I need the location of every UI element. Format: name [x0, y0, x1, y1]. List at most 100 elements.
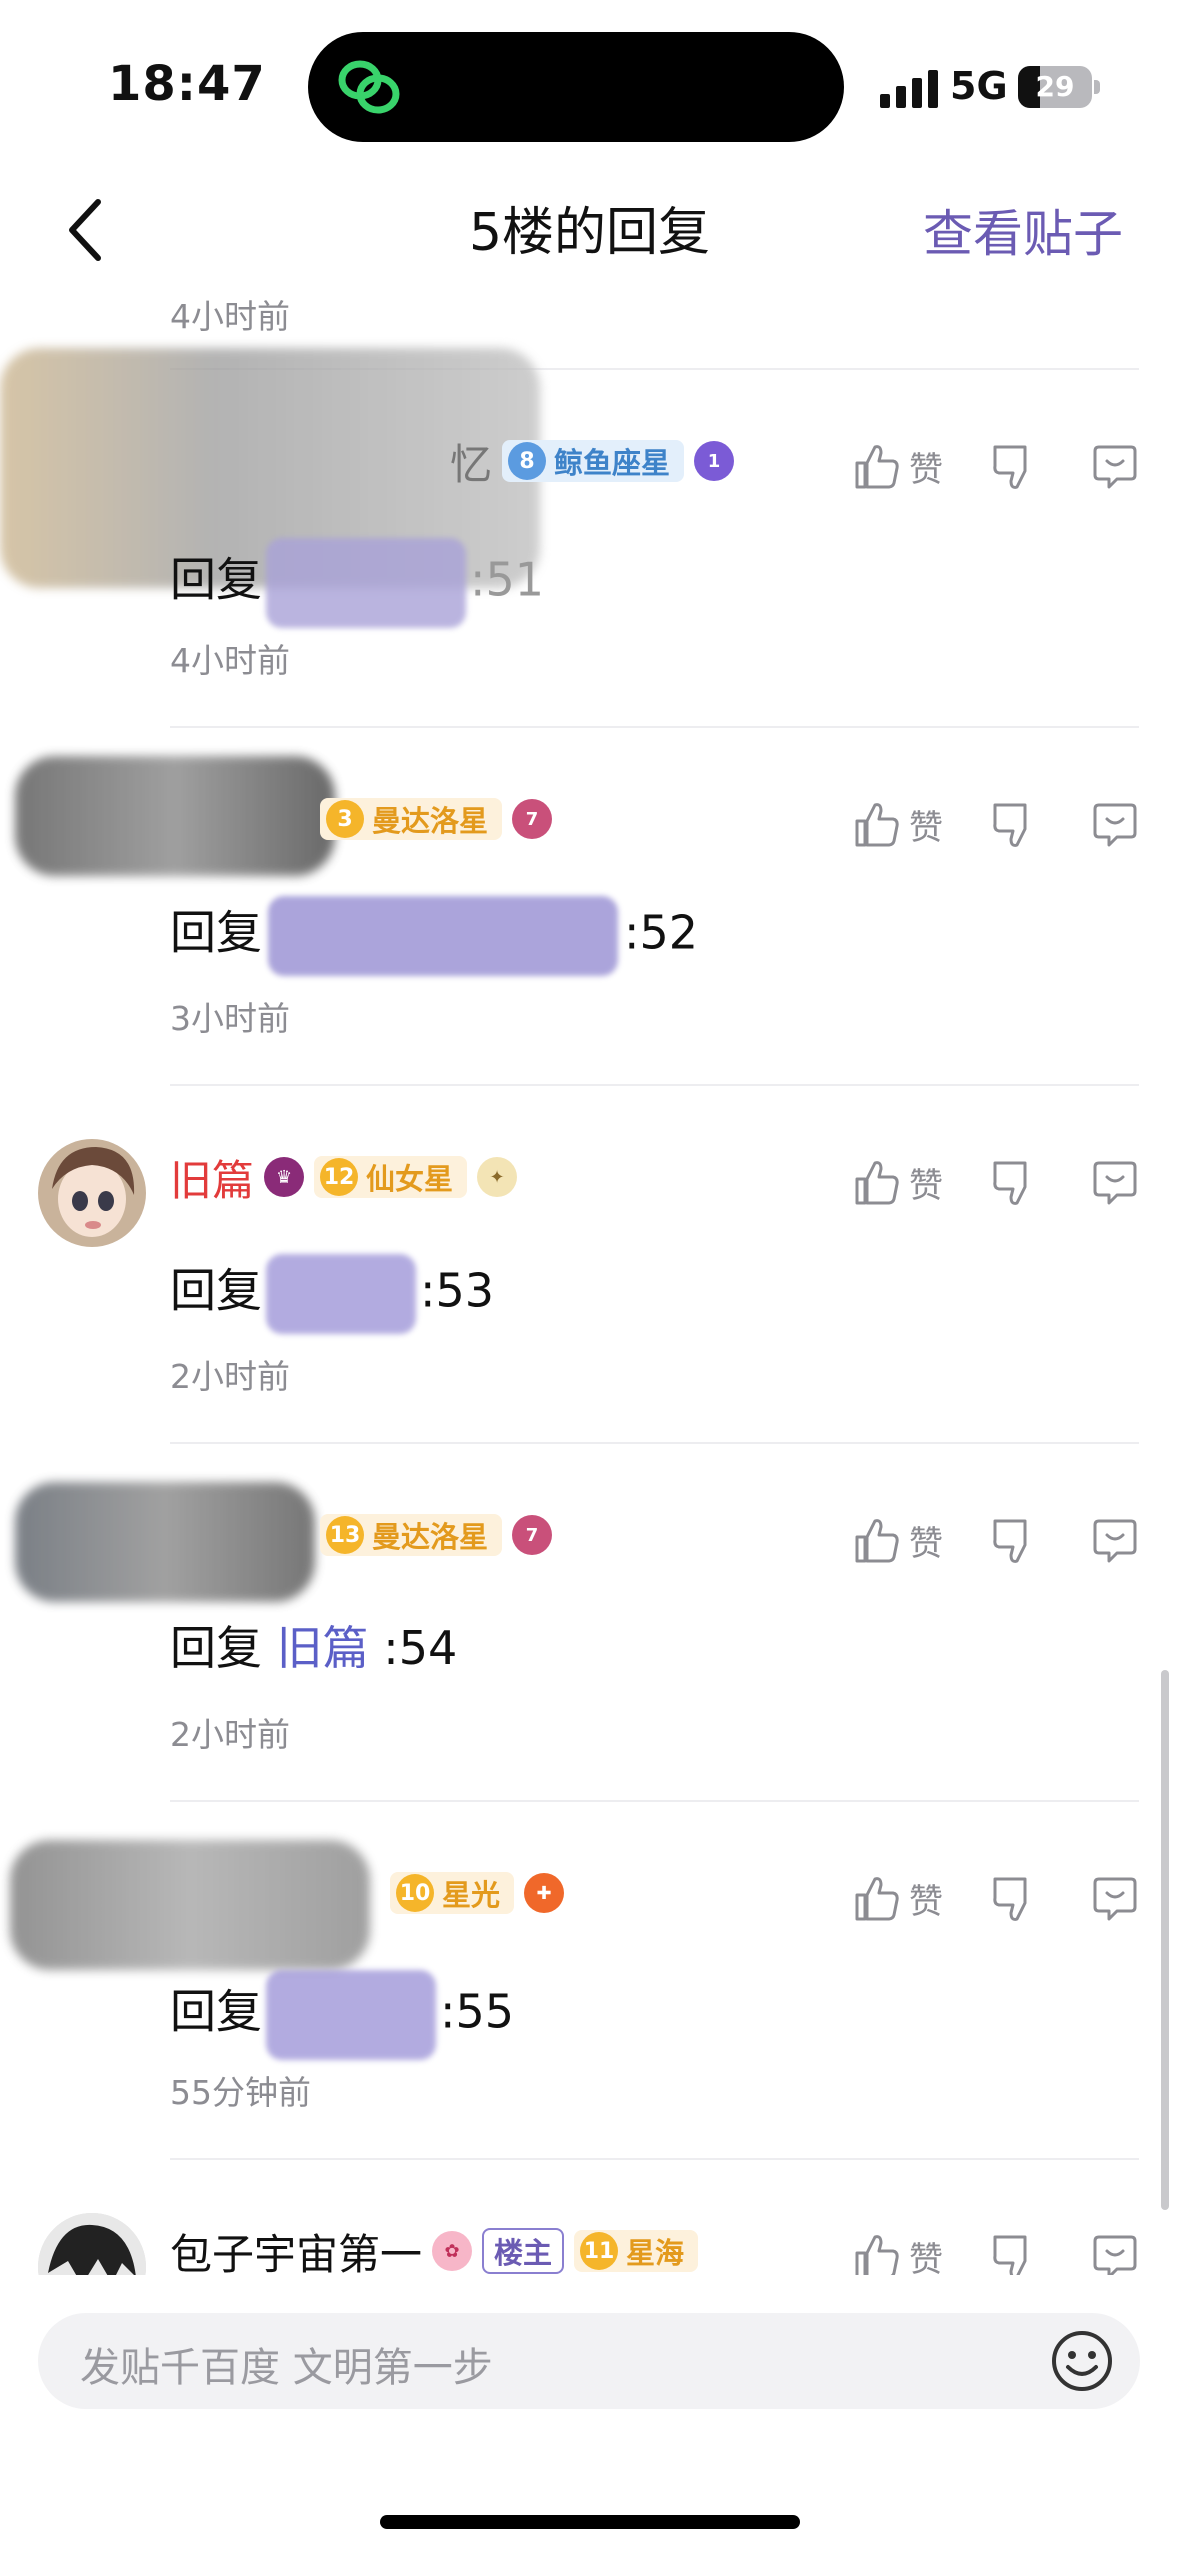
reply-list[interactable]: 4小时前 忆 8 鲸鱼座星 1 赞 回复:51 4小时前 3 曼达洛星 7 赞…: [0, 290, 1179, 2275]
level-badge: 11 星海: [574, 2230, 699, 2272]
level-name: 星光: [442, 1878, 501, 1912]
list-item: 忆 8 鲸鱼座星 1 赞 回复:51 4小时前: [0, 348, 1179, 726]
op-badge: 楼主: [482, 2228, 565, 2274]
avatar[interactable]: [38, 2213, 146, 2275]
level-gem-icon: 10: [396, 1874, 434, 1912]
username[interactable]: 包子宇宙第一: [170, 2221, 422, 2276]
level-gem-icon: 12: [320, 1158, 359, 1196]
avatar[interactable]: [38, 1139, 146, 1247]
reply-timestamp: 3小时前: [170, 999, 290, 1038]
like-label: 赞: [909, 1165, 943, 1206]
comment-icon: [1093, 1519, 1137, 1563]
avatar-redaction: [15, 756, 335, 876]
reply-actions: 赞: [853, 1510, 1139, 1570]
comment-icon: [1093, 2235, 1137, 2275]
network-type: 5G: [950, 64, 1008, 108]
level-badge: 3 曼达洛星: [320, 798, 503, 840]
dynamic-island: [308, 32, 844, 142]
level-gem-icon: 13: [326, 1516, 364, 1554]
comment-button[interactable]: [1091, 1873, 1139, 1923]
thumbs-down-icon: [993, 445, 1027, 489]
dislike-button[interactable]: [989, 1515, 1037, 1565]
thumbs-down-icon: [993, 1161, 1027, 1205]
comment-button[interactable]: [1091, 2231, 1139, 2275]
reply-timestamp: 4小时前: [170, 297, 290, 336]
redacted-mention: [268, 896, 618, 976]
reply-timestamp: 2小时前: [170, 1357, 290, 1396]
planet-medal-icon: ✦: [477, 1157, 518, 1197]
like-button[interactable]: 赞: [853, 441, 943, 491]
view-post-link[interactable]: 查看贴子: [923, 194, 1123, 266]
user-info: 包子宇宙第一 ✿ 楼主 11 星海: [170, 2218, 699, 2276]
home-indicator[interactable]: [380, 2515, 800, 2529]
gamepad-medal-icon: ✚: [524, 1873, 565, 1913]
like-label: 赞: [909, 449, 943, 490]
thumbs-up-icon: [855, 1519, 899, 1563]
like-button[interactable]: 赞: [853, 1515, 943, 1565]
battery-icon: 29: [1018, 66, 1092, 108]
crown-icon: ♛: [264, 1157, 305, 1197]
dislike-button[interactable]: [989, 441, 1037, 491]
comment-button[interactable]: [1091, 1157, 1139, 1207]
dislike-button[interactable]: [989, 1157, 1037, 1207]
thumbs-down-icon: [993, 1877, 1027, 1921]
comment-button[interactable]: [1091, 799, 1139, 849]
divider: [170, 2158, 1139, 2160]
redacted-mention: [266, 1970, 436, 2060]
level-gem-icon: 3: [326, 800, 364, 838]
reply-actions: 赞: [853, 1152, 1139, 1212]
avatar-redaction: [15, 1482, 315, 1602]
username[interactable]: 旧篇: [170, 1147, 254, 1208]
thumbs-down-icon: [993, 2235, 1027, 2275]
reply-actions: 赞: [853, 794, 1139, 854]
thumbs-up-icon: [855, 2235, 899, 2275]
like-button[interactable]: 赞: [853, 1157, 943, 1207]
like-button[interactable]: 赞: [853, 799, 943, 849]
battery-level: 29: [1035, 70, 1075, 103]
divider: [170, 726, 1139, 728]
comment-icon: [1093, 1161, 1137, 1205]
user-info: 3 曼达洛星 7: [320, 786, 553, 852]
scrollbar[interactable]: [1161, 1670, 1169, 2210]
avatar-redaction: [10, 1840, 370, 1970]
comment-button[interactable]: [1091, 1515, 1139, 1565]
list-item: 旧篇 ♛ 12 仙女星 ✦ 赞 回复:53 2小时前: [0, 1084, 1179, 1442]
reply-prefix: 回复: [170, 905, 262, 960]
like-button[interactable]: 赞: [853, 1873, 943, 1923]
level-badge: 10 星光: [390, 1872, 515, 1914]
reply-text: 回复 旧篇 :54: [170, 1612, 457, 1678]
user-info: 13 曼达洛星 7: [320, 1502, 553, 1568]
link-app-icon: [338, 60, 400, 114]
reply-prefix: 回复: [170, 1621, 262, 1675]
comment-icon: [1093, 1877, 1137, 1921]
post-input[interactable]: 发贴千百度 文明第一步: [38, 2313, 1140, 2409]
reply-text: 回复:52: [170, 896, 698, 976]
reply-actions: 赞: [853, 436, 1139, 496]
thumbs-up-icon: [855, 1877, 899, 1921]
nav-bar: 5楼的回复 查看贴子: [0, 170, 1179, 290]
list-item: 13 曼达洛星 7 赞 回复 旧篇 :54 2小时前: [0, 1442, 1179, 1800]
thumbs-up-icon: [855, 445, 899, 489]
reply-timestamp: 4小时前: [170, 641, 290, 680]
mention-link[interactable]: 旧篇: [277, 1621, 369, 1675]
reply-timestamp: 55分钟前: [170, 2073, 311, 2112]
reply-actions: 赞: [853, 2226, 1139, 2275]
username[interactable]: 忆: [450, 431, 492, 492]
like-label: 赞: [909, 1881, 943, 1922]
dislike-button[interactable]: [989, 799, 1037, 849]
avatar-image: [38, 2213, 146, 2275]
thumbs-up-icon: [855, 1161, 899, 1205]
reply-actions: 赞: [853, 1868, 1139, 1928]
cellular-signal-icon: [880, 70, 938, 108]
level-badge: 13 曼达洛星: [320, 1514, 503, 1556]
smiley-icon[interactable]: [1048, 2327, 1116, 2395]
like-button[interactable]: 赞: [853, 2231, 943, 2275]
reply-text: 回复:51: [170, 538, 544, 628]
level-badge: 8 鲸鱼座星: [502, 440, 685, 482]
comment-button[interactable]: [1091, 441, 1139, 491]
dislike-button[interactable]: [989, 1873, 1037, 1923]
dislike-button[interactable]: [989, 2231, 1037, 2275]
floor-number: :55: [440, 1984, 515, 2039]
flower-icon: ✿: [432, 2231, 473, 2271]
level-gem-icon: 8: [508, 442, 547, 480]
